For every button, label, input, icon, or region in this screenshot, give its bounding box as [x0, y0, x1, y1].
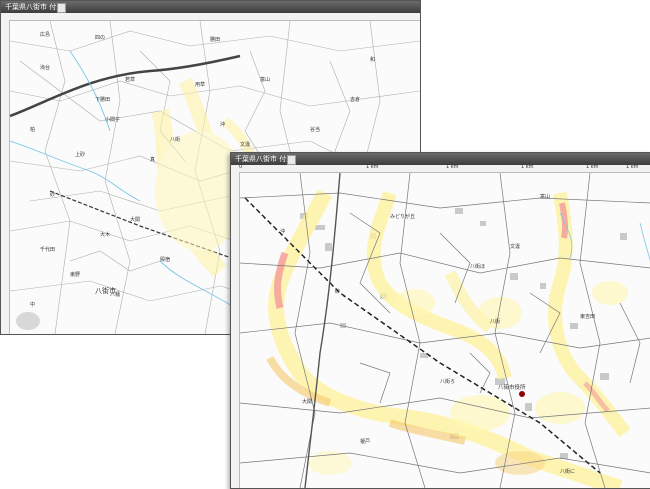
place-label: 上砂: [75, 151, 85, 158]
place-label: 千代田: [40, 246, 55, 253]
city-label: 八街市: [95, 286, 116, 295]
place-label: 文違: [510, 243, 520, 250]
city-hall-label: 八街市役所: [498, 383, 526, 391]
place-label: 殿宿: [160, 256, 170, 263]
document-icon[interactable]: [287, 155, 296, 165]
city-hall-marker[interactable]: [519, 391, 525, 397]
water-body: [16, 312, 40, 330]
place-label: 下勝田: [95, 96, 110, 103]
ruler-tick-label: 1 km: [521, 164, 534, 170]
place-label: 小間子: [105, 116, 120, 123]
place-label: 真: [150, 156, 155, 163]
place-label: 沖: [280, 228, 285, 235]
place-label: 大関: [130, 216, 140, 223]
ruler-top: 0 1 km 1 km 1 km 1 km 1 km: [231, 164, 650, 173]
place-label: 四の: [95, 35, 105, 41]
ruler-left: [1, 20, 10, 334]
ruler-tick-label: 1 km: [626, 164, 639, 170]
place-label: 中: [30, 301, 35, 308]
place-label: 若草: [125, 76, 135, 83]
title-bar[interactable]: 千葉県八街市 付近: [1, 1, 420, 13]
place-label: 勝田: [210, 36, 220, 43]
place-label: 富山: [260, 76, 270, 83]
ruler-tick-label: 1 km: [366, 164, 379, 170]
place-label: 文違: [240, 141, 250, 148]
place-label: 八街: [170, 136, 180, 143]
place-label: 富山: [540, 193, 550, 200]
window-title: 千葉県八街市 付近: [235, 155, 294, 163]
place-label: 八街に: [560, 468, 575, 475]
ruler-top: [1, 13, 420, 21]
place-label: 砂: [335, 288, 340, 295]
place-label: 八街ほ: [470, 263, 485, 270]
document-icon[interactable]: [57, 3, 66, 13]
place-label: 八街: [490, 318, 500, 325]
place-label: 柏: [30, 126, 35, 133]
place-label: 用草: [195, 81, 205, 88]
place-label: 滝台: [40, 64, 50, 71]
place-label: 沖: [220, 121, 225, 128]
place-label: 榎戸: [360, 438, 370, 445]
ruler-left: [231, 172, 240, 488]
place-label: 広島: [40, 31, 50, 38]
place-label: みどりが丘: [390, 213, 415, 220]
window-title: 千葉県八街市 付近: [5, 3, 64, 11]
ruler-tick-label: 0: [239, 164, 243, 170]
map-canvas-front[interactable]: 大関 文違 八街 砂 富山 みどりが丘 東吉田 榎戸 沖 八街ほ 八街ろ 八街に…: [240, 173, 650, 488]
map-window-front[interactable]: 千葉県八街市 付近 0 1 km 1 km 1 km 1 km 1 km 大関 …: [230, 152, 650, 489]
place-label: 吉倉: [350, 96, 360, 103]
place-label: 谷当: [310, 126, 320, 133]
place-label: 大木: [100, 231, 110, 238]
place-label: 東吉田: [580, 313, 595, 320]
ruler-tick-label: 1 km: [586, 164, 599, 170]
place-label: 八街ろ: [440, 378, 455, 385]
place-label: 砂: [50, 191, 55, 198]
ruler-tick-label: 1 km: [446, 164, 459, 170]
place-label: 大関: [302, 398, 312, 405]
place-label: 東野: [70, 271, 80, 278]
place-label: 和: [370, 56, 375, 63]
